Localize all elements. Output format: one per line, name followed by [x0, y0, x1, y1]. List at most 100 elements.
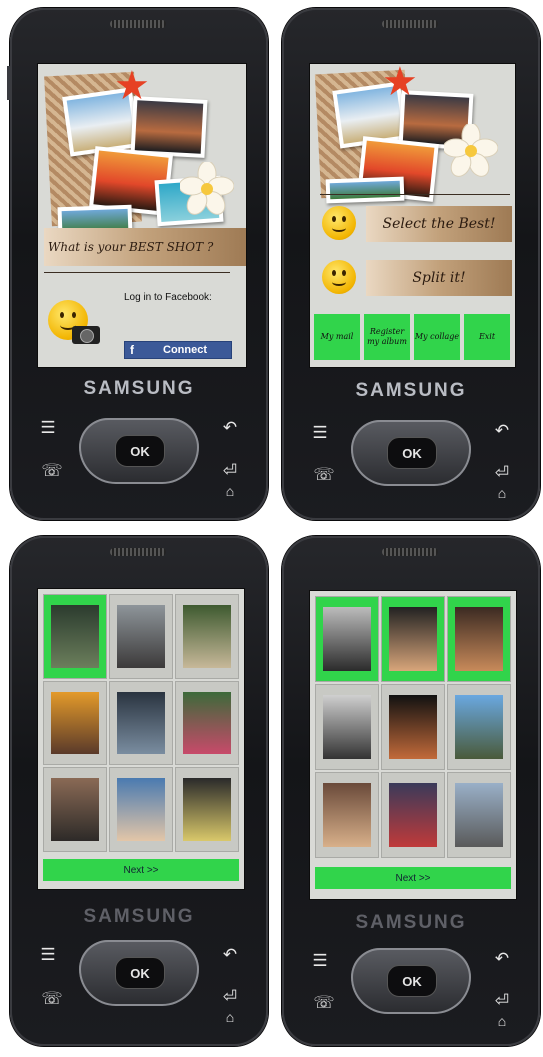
photo-thumbnail-cell[interactable]	[381, 684, 445, 770]
ok-button[interactable]: OK	[115, 957, 165, 989]
earpiece-speaker	[382, 548, 438, 556]
photo-thumbnail	[323, 607, 371, 671]
menu-key[interactable]: ☰	[28, 940, 68, 970]
photo-thumbnail	[183, 778, 231, 842]
call-key[interactable]: ☏	[304, 460, 344, 490]
photo-thumbnail	[455, 607, 503, 671]
samsung-logo: SAMSUNG	[355, 912, 467, 933]
phone-4: Next >> SAMSUNG ☰ ☏ OK ↶ ⏎ ⌂	[282, 536, 540, 1046]
photo-thumbnail	[183, 604, 231, 668]
phone-1: ★ What is your BEST SHOT ? Log in to Fac…	[7, 8, 268, 520]
split-it-banner[interactable]: Split it!	[366, 260, 512, 296]
best-shot-question: What is your BEST SHOT ?	[48, 240, 214, 254]
menu-key[interactable]: ☰	[300, 946, 340, 976]
my-mail-button[interactable]: My mail	[314, 314, 360, 360]
best-shot-banner: What is your BEST SHOT ?	[44, 228, 246, 266]
photo-thumbnail-cell[interactable]	[447, 684, 511, 770]
photo-thumbnail	[323, 783, 371, 847]
my-collage-button[interactable]: My collage	[414, 314, 460, 360]
starfish-icon: ★	[114, 64, 150, 108]
photo-grid	[43, 594, 239, 852]
split-it-label: Split it!	[412, 270, 466, 286]
photo-thumbnail-cell[interactable]	[447, 772, 511, 858]
next-button[interactable]: Next >>	[43, 859, 239, 881]
menu-key[interactable]: ☰	[28, 413, 68, 443]
earpiece-speaker	[382, 20, 438, 28]
photo-thumbnail-cell[interactable]	[109, 594, 173, 679]
earpiece-speaker	[110, 20, 166, 28]
photo-thumbnail-cell[interactable]	[109, 680, 173, 766]
ok-button[interactable]: OK	[115, 435, 165, 467]
phone-4-screen: Next >>	[309, 590, 517, 900]
select-best-banner[interactable]: Select the Best!	[366, 206, 512, 242]
home-key[interactable]: ⌂	[210, 1002, 250, 1032]
photo-thumbnail	[389, 783, 437, 847]
split-smiley-icon	[322, 260, 356, 294]
photo-thumbnail	[51, 778, 99, 842]
phone-3-screen: Next >>	[37, 588, 245, 890]
photo-thumbnail-cell[interactable]	[447, 596, 511, 682]
dpad[interactable]: OK	[79, 940, 199, 1006]
back-key[interactable]: ↶	[210, 940, 250, 970]
photo-thumbnail	[323, 695, 371, 759]
register-album-button[interactable]: Register my album	[364, 314, 410, 360]
photo-thumbnail-cell[interactable]	[381, 596, 445, 682]
exit-button[interactable]: Exit	[464, 314, 510, 360]
photo-thumbnail	[455, 783, 503, 847]
photo-thumbnail-cell[interactable]	[43, 680, 107, 766]
next-button[interactable]: Next >>	[315, 867, 511, 889]
facebook-connect-button[interactable]: f Connect	[124, 341, 232, 359]
photo-collage: ★	[44, 64, 240, 238]
select-best-label: Select the Best!	[382, 216, 496, 232]
samsung-logo: SAMSUNG	[83, 378, 195, 399]
volume-button[interactable]	[7, 66, 10, 100]
earpiece-speaker	[110, 548, 166, 556]
back-key[interactable]: ↶	[482, 416, 522, 446]
photo-thumbnail	[183, 691, 231, 755]
photo-thumbnail	[389, 695, 437, 759]
samsung-logo: SAMSUNG	[355, 380, 467, 401]
photo-thumbnail	[389, 607, 437, 671]
starfish-icon: ★	[382, 63, 418, 104]
phone-2: ★ Select the Best! Split it! My mail Reg…	[282, 8, 540, 520]
back-key[interactable]: ↶	[482, 944, 522, 974]
photo-thumbnail-cell[interactable]	[315, 596, 379, 682]
photo-thumbnail-cell[interactable]	[381, 772, 445, 858]
call-key[interactable]: ☏	[32, 456, 72, 486]
photo-thumbnail	[117, 778, 165, 842]
photo-thumbnail	[117, 691, 165, 755]
photo-thumbnail-cell[interactable]	[315, 772, 379, 858]
photo-thumbnail-cell[interactable]	[175, 680, 239, 766]
collage-photo-palmtree	[325, 176, 405, 204]
back-key[interactable]: ↶	[210, 413, 250, 443]
dpad[interactable]: OK	[79, 418, 199, 484]
samsung-logo: SAMSUNG	[83, 906, 195, 927]
call-key[interactable]: ☏	[304, 988, 344, 1018]
photo-thumbnail-cell[interactable]	[175, 594, 239, 679]
phone-1-screen: ★ What is your BEST SHOT ? Log in to Fac…	[37, 63, 247, 368]
facebook-login-label: Log in to Facebook:	[124, 292, 212, 303]
divider-line	[320, 194, 510, 195]
photo-grid	[315, 596, 511, 858]
photo-thumbnail	[51, 604, 99, 668]
photo-thumbnail	[455, 695, 503, 759]
facebook-logo-icon: f	[130, 343, 134, 357]
menu-key[interactable]: ☰	[300, 418, 340, 448]
camera-icon	[72, 326, 100, 344]
ok-button[interactable]: OK	[387, 437, 437, 469]
home-key[interactable]: ⌂	[210, 476, 250, 506]
frangipani-flower-icon	[444, 124, 498, 177]
home-key[interactable]: ⌂	[482, 478, 522, 508]
dpad[interactable]: OK	[351, 420, 471, 486]
photo-thumbnail-cell[interactable]	[43, 594, 107, 679]
ok-button[interactable]: OK	[387, 965, 437, 997]
home-key[interactable]: ⌂	[482, 1006, 522, 1036]
dpad[interactable]: OK	[351, 948, 471, 1014]
photo-thumbnail-cell[interactable]	[175, 767, 239, 852]
photo-thumbnail-cell[interactable]	[109, 767, 173, 852]
photo-thumbnail-cell[interactable]	[43, 767, 107, 852]
photo-thumbnail	[51, 691, 99, 755]
photo-thumbnail-cell[interactable]	[315, 684, 379, 770]
photo-collage: ★	[314, 63, 510, 204]
call-key[interactable]: ☏	[32, 984, 72, 1014]
